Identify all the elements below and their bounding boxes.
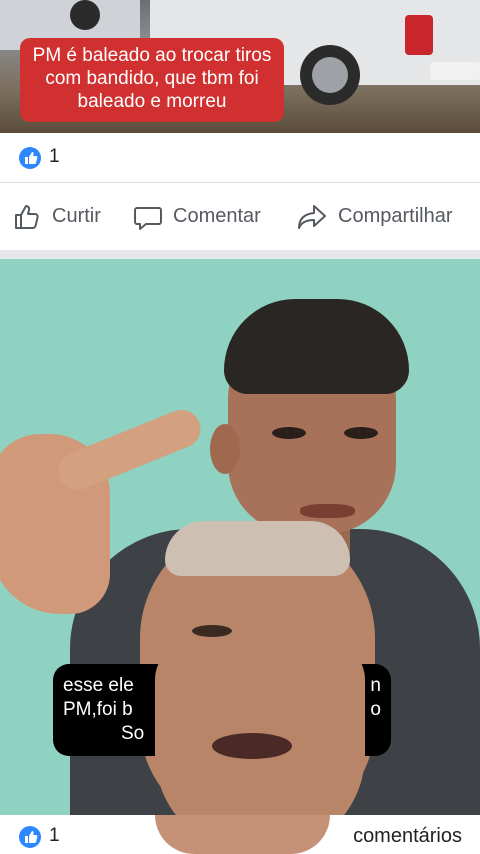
image-caption: PM é baleado ao trocar tiros com bandido… bbox=[20, 38, 284, 122]
mouth bbox=[300, 504, 355, 518]
presenter-chin bbox=[155, 815, 330, 854]
subtitle-line-2: PM,foi b bbox=[63, 699, 133, 720]
subtitle-line-3: So bbox=[121, 723, 145, 744]
subtitle-line-1: esse ele bbox=[63, 675, 134, 696]
share-label: Compartilhar bbox=[338, 205, 453, 227]
ear bbox=[210, 424, 240, 474]
comment-label: Comentar bbox=[173, 205, 261, 227]
post-actions: Curtir Comentar Compartilhar bbox=[0, 183, 480, 250]
reaction-count: 1 bbox=[49, 825, 60, 846]
comment-button[interactable]: Comentar bbox=[133, 183, 261, 250]
presenter-head-top bbox=[165, 521, 350, 576]
like-button[interactable]: Curtir bbox=[12, 183, 101, 250]
eye-right bbox=[344, 427, 378, 439]
comments-link[interactable]: comentários bbox=[353, 825, 462, 848]
presenter-eye-left bbox=[192, 625, 232, 637]
like-icon bbox=[19, 826, 41, 848]
presenter-mouth-overlay bbox=[212, 733, 292, 759]
comment-icon bbox=[134, 206, 162, 230]
thumbs-up-icon bbox=[15, 204, 39, 229]
reaction-summary[interactable]: 1 bbox=[0, 134, 480, 182]
share-button[interactable]: Compartilhar bbox=[296, 183, 452, 250]
pointing-finger bbox=[52, 404, 207, 496]
subtitle-line-2-end: o bbox=[370, 699, 381, 720]
subtitle-line-1-end: n bbox=[370, 675, 381, 696]
like-icon bbox=[19, 147, 41, 169]
post-separator bbox=[0, 250, 480, 259]
reaction-count: 1 bbox=[49, 146, 60, 167]
eye-left bbox=[272, 427, 306, 439]
like-label: Curtir bbox=[52, 205, 101, 227]
hair bbox=[224, 299, 409, 394]
share-icon bbox=[298, 204, 326, 229]
